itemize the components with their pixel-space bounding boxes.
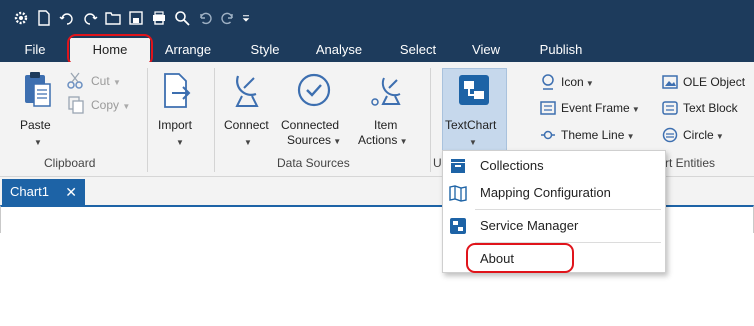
title-bar: [0, 0, 754, 38]
search-icon[interactable]: [171, 7, 193, 29]
textchart-dropdown-icon[interactable]: ▼: [469, 138, 477, 147]
tab-analyse[interactable]: Analyse: [306, 38, 372, 62]
event-frame-icon: [540, 100, 556, 116]
service-manager-label: Service Manager: [480, 218, 579, 233]
map-icon: [449, 184, 467, 202]
theme-line-icon: [540, 127, 556, 143]
menu-item-service-manager[interactable]: Service Manager: [443, 214, 665, 238]
item-actions-button[interactable]: Actions ▼: [358, 133, 408, 147]
item-actions-line1[interactable]: Item: [374, 118, 397, 132]
circle-icon: [662, 127, 678, 143]
about-highlight: [466, 243, 574, 273]
tab-select[interactable]: Select: [392, 38, 444, 62]
ribbon-separator: [430, 68, 431, 172]
event-frame-button[interactable]: Event Frame ▼: [561, 101, 640, 115]
ole-object-button[interactable]: OLE Object: [683, 75, 745, 89]
copy-icon: [67, 96, 85, 114]
tab-style[interactable]: Style: [240, 38, 290, 62]
menu-item-collections[interactable]: Collections: [443, 154, 665, 178]
service-manager-icon: [449, 217, 467, 235]
close-icon[interactable]: ✕: [65, 179, 77, 205]
clipboard-group-label: Clipboard: [44, 156, 96, 170]
text-block-icon: [662, 100, 678, 116]
icon-button[interactable]: Icon ▼: [561, 75, 594, 89]
mapping-configuration-label: Mapping Configuration: [480, 185, 611, 200]
customize-dropdown-icon[interactable]: [240, 7, 252, 29]
collections-icon: [449, 157, 467, 175]
cut-button[interactable]: Cut ▼: [91, 74, 121, 88]
settings-icon[interactable]: [10, 7, 32, 29]
ole-object-icon: [662, 74, 678, 90]
import-button[interactable]: Import: [158, 118, 192, 132]
copy-button[interactable]: Copy ▼: [91, 98, 130, 112]
cut-icon: [66, 72, 84, 90]
save-icon[interactable]: [125, 7, 147, 29]
undo-icon[interactable]: [194, 7, 216, 29]
document-tab-chart1[interactable]: Chart1 ✕: [2, 179, 85, 205]
connected-sources-line1[interactable]: Connected: [281, 118, 339, 132]
print-icon[interactable]: [148, 7, 170, 29]
connect-dropdown-icon[interactable]: ▼: [244, 138, 252, 147]
paste-dropdown-icon[interactable]: ▼: [34, 138, 42, 147]
collections-label: Collections: [480, 158, 544, 173]
data-sources-group-label: Data Sources: [277, 156, 350, 170]
undo-history-icon[interactable]: [56, 7, 78, 29]
connect-icon: [230, 72, 264, 110]
paste-button[interactable]: Paste: [20, 118, 51, 132]
menu-item-mapping-configuration[interactable]: Mapping Configuration: [443, 181, 665, 205]
textchart-group-label: U: [433, 156, 442, 170]
new-file-icon[interactable]: [33, 7, 55, 29]
import-icon: [162, 72, 192, 110]
paste-icon: [22, 70, 54, 110]
tab-arrange[interactable]: Arrange: [156, 38, 220, 62]
document-tab-title: Chart1: [10, 184, 50, 199]
insert-entities-group-label: rt Entities: [665, 156, 716, 170]
text-block-button[interactable]: Text Block: [683, 101, 738, 115]
quick-access-toolbar: [0, 6, 252, 30]
textchart-icon: [458, 74, 490, 106]
connect-button[interactable]: Connect: [224, 118, 269, 132]
tab-file[interactable]: File: [15, 38, 55, 62]
ribbon-separator: [214, 68, 215, 172]
redo-icon[interactable]: [217, 7, 239, 29]
theme-line-button[interactable]: Theme Line ▼: [561, 128, 635, 142]
redo-history-icon[interactable]: [79, 7, 101, 29]
connected-sources-button[interactable]: Sources ▼: [287, 133, 341, 147]
ribbon-separator: [147, 68, 148, 172]
tab-publish[interactable]: Publish: [528, 38, 594, 62]
import-dropdown-icon[interactable]: ▼: [176, 138, 184, 147]
menu-separator: [475, 209, 661, 210]
item-actions-icon: [370, 74, 406, 110]
icon-insert-icon: [540, 74, 556, 90]
connected-sources-icon: [296, 72, 332, 108]
open-folder-icon[interactable]: [102, 7, 124, 29]
circle-button[interactable]: Circle ▼: [683, 128, 724, 142]
textchart-label: TextChart: [445, 118, 497, 132]
tab-view[interactable]: View: [462, 38, 510, 62]
